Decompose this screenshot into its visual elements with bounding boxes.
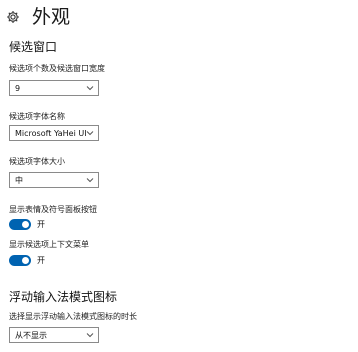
- context-menu-label: 显示候选项上下文菜单: [9, 240, 89, 249]
- duration-value: 从不显示: [15, 330, 47, 340]
- chevron-down-icon: [86, 131, 94, 136]
- font-name-value: Microsoft YaHei UI: [15, 128, 87, 138]
- context-menu-toggle-row: 开: [9, 255, 45, 266]
- emoji-button-label: 显示表情及符号面板按钮: [9, 205, 97, 214]
- section-title-candidate-window: 候选窗口: [9, 40, 58, 54]
- count-width-dropdown[interactable]: 9: [9, 80, 99, 96]
- duration-label: 选择显示浮动输入法模式图标的时长: [9, 312, 137, 321]
- chevron-down-icon: [86, 178, 94, 183]
- settings-page: 外观 候选窗口 候选项个数及候选窗口宽度 9 候选项字体名称 Microsoft…: [0, 0, 358, 352]
- page-header: 外观: [6, 6, 70, 28]
- gear-icon: [7, 11, 19, 23]
- chevron-down-icon: [86, 86, 94, 91]
- font-size-value: 中: [15, 175, 23, 185]
- chevron-down-icon: [86, 333, 94, 338]
- context-menu-toggle[interactable]: [9, 255, 31, 266]
- count-width-label: 候选项个数及候选窗口宽度: [9, 64, 105, 73]
- section-title-floating-icon: 浮动输入法模式图标: [9, 290, 118, 304]
- toggle-knob: [22, 257, 29, 264]
- emoji-button-state: 开: [37, 219, 45, 229]
- toggle-knob: [22, 221, 29, 228]
- emoji-button-toggle[interactable]: [9, 219, 31, 230]
- emoji-button-toggle-row: 开: [9, 219, 45, 230]
- font-size-label: 候选项字体大小: [9, 157, 65, 166]
- context-menu-state: 开: [37, 255, 45, 265]
- count-width-value: 9: [15, 83, 21, 93]
- font-name-dropdown[interactable]: Microsoft YaHei UI: [9, 125, 99, 141]
- font-name-label: 候选项字体名称: [9, 112, 65, 121]
- font-size-dropdown[interactable]: 中: [9, 172, 99, 188]
- duration-dropdown[interactable]: 从不显示: [9, 327, 99, 343]
- page-title: 外观: [32, 6, 71, 28]
